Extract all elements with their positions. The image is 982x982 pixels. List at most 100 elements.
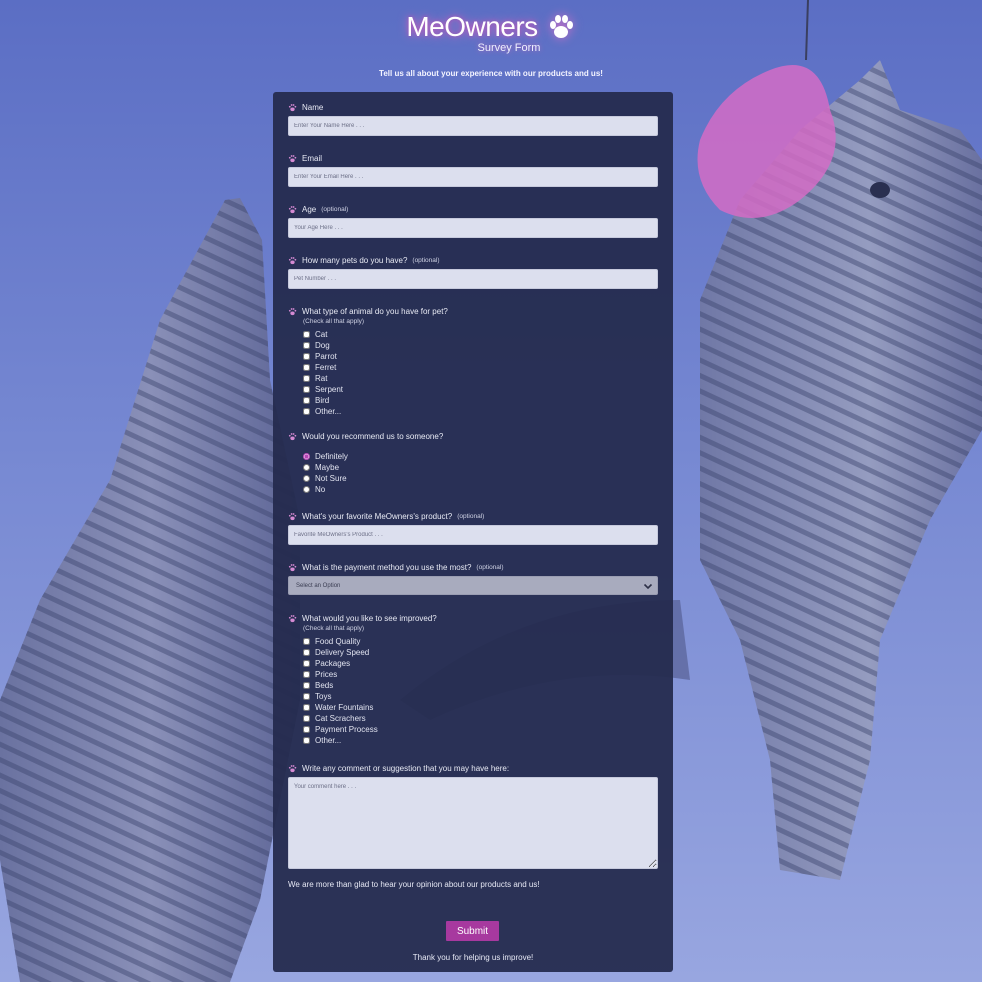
checkbox[interactable] <box>303 726 310 733</box>
option-label: Bird <box>315 396 330 405</box>
age-input[interactable] <box>288 218 658 238</box>
animals-question: What type of animal do you have for pet?… <box>288 307 658 417</box>
checkbox[interactable] <box>303 331 310 338</box>
option-label: Parrot <box>315 352 337 361</box>
paw-icon <box>288 615 297 623</box>
radio-button[interactable] <box>303 453 310 460</box>
payment-select-value: Select an Option <box>296 582 341 589</box>
checkbox-option[interactable]: Serpent <box>303 384 658 395</box>
option-label: Other... <box>315 407 342 416</box>
paw-icon <box>288 155 297 163</box>
paw-icon <box>288 433 297 441</box>
option-label: Maybe <box>315 463 340 472</box>
checkbox[interactable] <box>303 638 310 645</box>
radio-button[interactable] <box>303 464 310 471</box>
name-input[interactable] <box>288 116 658 136</box>
paw-icon <box>288 104 297 112</box>
checkbox[interactable] <box>303 342 310 349</box>
checkbox[interactable] <box>303 704 310 711</box>
checkbox[interactable] <box>303 715 310 722</box>
checkbox[interactable] <box>303 737 310 744</box>
optional-tag: (optional) <box>321 206 349 213</box>
option-label: Rat <box>315 374 328 383</box>
paw-icon <box>288 308 297 316</box>
option-label: Toys <box>315 692 332 701</box>
checkbox-option[interactable]: Other... <box>303 406 658 417</box>
favorite-question: What's your favorite MeOwners's product?… <box>288 512 658 545</box>
pets-input[interactable] <box>288 269 658 289</box>
option-label: Ferret <box>315 363 337 372</box>
checkbox-option[interactable]: Ferret <box>303 362 658 373</box>
option-label: Beds <box>315 681 334 690</box>
checkbox[interactable] <box>303 397 310 404</box>
radio-button[interactable] <box>303 486 310 493</box>
checkbox[interactable] <box>303 375 310 382</box>
checkbox-option[interactable]: Rat <box>303 373 658 384</box>
improve-hint: (Check all that apply) <box>303 625 365 632</box>
site-subtitle: Survey Form <box>477 42 541 54</box>
checkbox-option[interactable]: Food Quality <box>303 636 658 647</box>
checkbox-option[interactable]: Beds <box>303 680 658 691</box>
improve-question: What would you like to see improved? (Ch… <box>288 614 658 746</box>
paw-icon <box>288 765 297 773</box>
submit-button[interactable]: Submit <box>446 921 499 941</box>
age-label: Age <box>302 205 317 214</box>
optional-tag: (optional) <box>476 564 504 571</box>
option-label: No <box>315 485 326 494</box>
checkbox[interactable] <box>303 671 310 678</box>
checkbox[interactable] <box>303 353 310 360</box>
comment-textarea[interactable] <box>288 777 658 869</box>
radio-option[interactable]: Not Sure <box>303 473 658 484</box>
checkbox-option[interactable]: Dog <box>303 340 658 351</box>
favorite-label: What's your favorite MeOwners's product? <box>302 512 453 521</box>
checkbox-option[interactable]: Water Fountains <box>303 702 658 713</box>
checkbox-option[interactable]: Payment Process <box>303 724 658 735</box>
payment-select[interactable]: Select an Option <box>288 576 658 595</box>
checkbox-option[interactable]: Bird <box>303 395 658 406</box>
checkbox-option[interactable]: Cat Scrachers <box>303 713 658 724</box>
payment-label: What is the payment method you use the m… <box>302 563 472 572</box>
option-label: Payment Process <box>315 725 378 734</box>
checkbox-option[interactable]: Delivery Speed <box>303 647 658 658</box>
option-label: Dog <box>315 341 330 350</box>
option-label: Not Sure <box>315 474 347 483</box>
optional-tag: (optional) <box>457 513 485 520</box>
checkbox-option[interactable]: Parrot <box>303 351 658 362</box>
checkbox[interactable] <box>303 660 310 667</box>
checkbox[interactable] <box>303 386 310 393</box>
radio-option[interactable]: Maybe <box>303 462 658 473</box>
checkbox[interactable] <box>303 682 310 689</box>
option-label: Other... <box>315 736 342 745</box>
option-label: Cat <box>315 330 328 339</box>
payment-question: What is the payment method you use the m… <box>288 563 658 595</box>
name-label: Name <box>302 103 324 112</box>
checkbox-option[interactable]: Prices <box>303 669 658 680</box>
checkbox[interactable] <box>303 408 310 415</box>
glad-text: We are more than glad to hear your opini… <box>288 880 540 889</box>
option-label: Water Fountains <box>315 703 374 712</box>
checkbox[interactable] <box>303 364 310 371</box>
favorite-input[interactable] <box>288 525 658 545</box>
pets-question: How many pets do you have? (optional) <box>288 256 658 289</box>
comment-question: Write any comment or suggestion that you… <box>288 764 658 869</box>
email-input[interactable] <box>288 167 658 187</box>
recommend-label: Would you recommend us to someone? <box>302 432 444 441</box>
option-label: Serpent <box>315 385 344 394</box>
survey-form: Name Email Age (optional) How many pets … <box>273 92 673 972</box>
radio-option[interactable]: Definitely <box>303 451 658 462</box>
checkbox-option[interactable]: Other... <box>303 735 658 746</box>
checkbox[interactable] <box>303 649 310 656</box>
checkbox-option[interactable]: Cat <box>303 329 658 340</box>
checkbox-option[interactable]: Packages <box>303 658 658 669</box>
option-label: Prices <box>315 670 338 679</box>
chevron-down-icon <box>643 583 653 589</box>
site-title: MeOwners <box>406 11 538 42</box>
animals-checkbox-list: Cat Dog Parrot Ferret Rat Serpent Bird O… <box>303 329 658 417</box>
email-label: Email <box>302 154 323 163</box>
option-label: Definitely <box>315 452 348 461</box>
checkbox[interactable] <box>303 693 310 700</box>
radio-option[interactable]: No <box>303 484 658 495</box>
radio-button[interactable] <box>303 475 310 482</box>
checkbox-option[interactable]: Toys <box>303 691 658 702</box>
name-question: Name <box>288 103 658 136</box>
